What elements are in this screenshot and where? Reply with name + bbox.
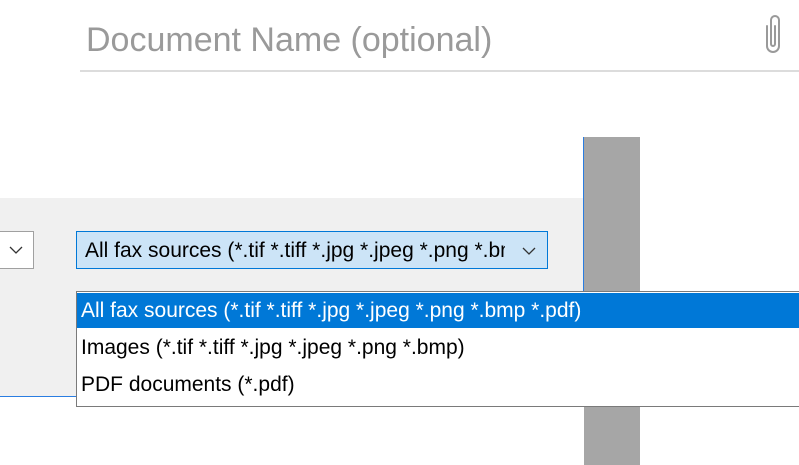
file-type-combobox[interactable]: All fax sources (*.tif *.tiff *.jpg *.jp… [76, 231, 548, 269]
clipped-combobox[interactable] [0, 231, 34, 269]
document-name-field [80, 12, 799, 72]
file-type-dropdown-list: All fax sources (*.tif *.tiff *.jpg *.jp… [76, 291, 799, 407]
document-name-input[interactable] [80, 12, 726, 68]
file-type-option-images[interactable]: Images (*.tif *.tiff *.jpg *.jpeg *.png … [77, 330, 799, 365]
file-type-option-pdf-documents[interactable]: PDF documents (*.pdf) [77, 367, 799, 402]
paperclip-icon[interactable] [760, 12, 786, 58]
file-type-option-all-fax-sources[interactable]: All fax sources (*.tif *.tiff *.jpg *.jp… [77, 293, 799, 328]
file-type-selected-label: All fax sources (*.tif *.tiff *.jpg *.jp… [85, 240, 505, 262]
chevron-down-icon [522, 244, 536, 258]
document-name-underline [80, 70, 799, 72]
chevron-down-icon [9, 243, 23, 257]
